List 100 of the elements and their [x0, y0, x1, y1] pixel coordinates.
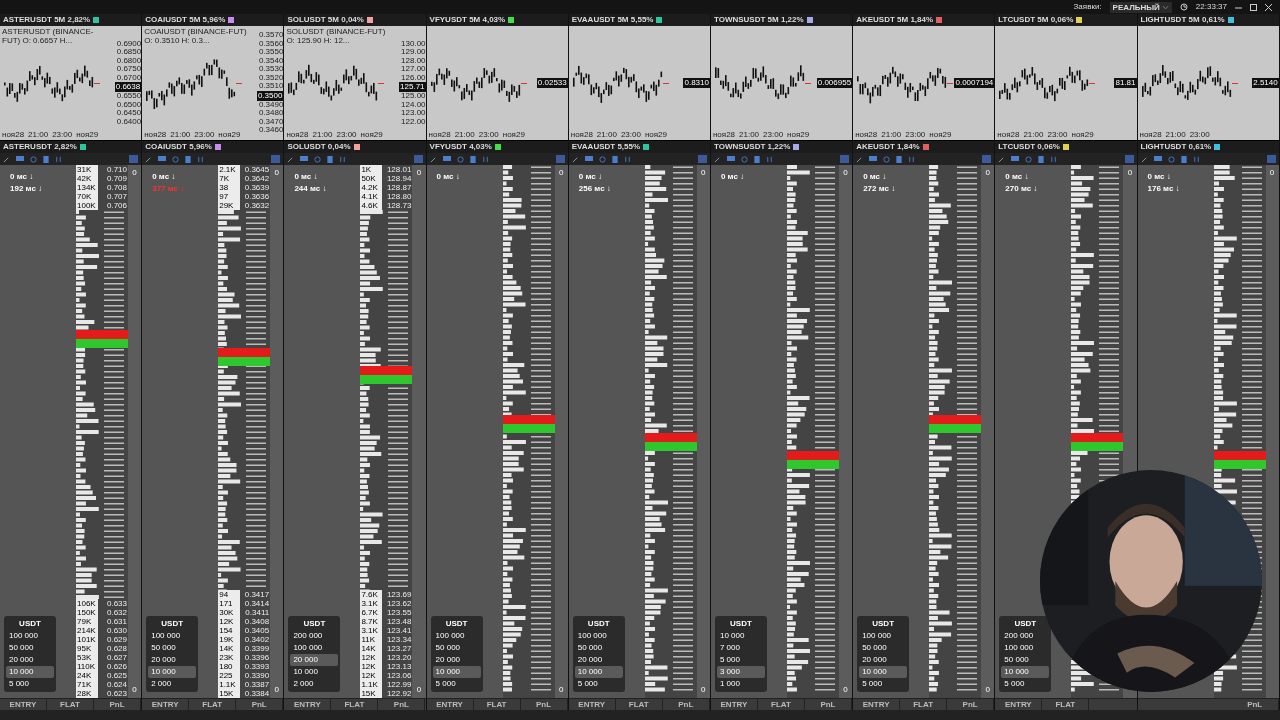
monitor-icon[interactable]: [16, 156, 24, 162]
sort-icon[interactable]: [908, 155, 916, 163]
sort-icon[interactable]: [1050, 155, 1058, 163]
document-icon[interactable]: [327, 155, 334, 163]
sort-icon[interactable]: [623, 155, 631, 163]
clock-icon[interactable]: [598, 155, 606, 163]
document-icon[interactable]: [896, 155, 903, 163]
size-option[interactable]: 10 000: [574, 666, 623, 678]
sort-icon[interactable]: [765, 155, 773, 163]
size-option[interactable]: 20 000: [290, 654, 339, 666]
size-option[interactable]: 50 000: [859, 642, 908, 654]
sort-icon[interactable]: [1192, 155, 1200, 163]
pen-icon[interactable]: [429, 155, 437, 163]
size-option[interactable]: 2 000: [148, 678, 197, 690]
document-icon[interactable]: [469, 155, 476, 163]
clock-icon[interactable]: [30, 155, 37, 163]
book-tab[interactable]: VFYUSDT 4,03%: [426, 140, 568, 153]
size-option[interactable]: 20 000: [859, 654, 908, 666]
size-option[interactable]: 1 000: [716, 678, 765, 690]
book-tab[interactable]: LIGHTUSDT 0,61%: [1137, 140, 1279, 153]
size-option[interactable]: 5 000: [6, 678, 54, 690]
size-option[interactable]: 200 000: [1001, 630, 1050, 642]
monitor-icon[interactable]: [726, 156, 735, 162]
layout-icon[interactable]: [413, 155, 423, 163]
pen-icon[interactable]: [713, 155, 721, 163]
pen-icon[interactable]: [3, 155, 10, 163]
size-option[interactable]: 5 000: [716, 654, 765, 666]
pen-icon[interactable]: [571, 155, 579, 163]
book-tab[interactable]: LTCUSDT 0,06%: [995, 140, 1137, 153]
size-option[interactable]: 20 000: [148, 654, 197, 666]
monitor-icon[interactable]: [1153, 156, 1162, 162]
sort-icon[interactable]: [481, 155, 489, 163]
size-option[interactable]: 5 000: [432, 678, 481, 690]
size-option[interactable]: 50 000: [432, 642, 481, 654]
layout-icon[interactable]: [697, 155, 707, 163]
clock-icon[interactable]: [172, 155, 180, 163]
pen-icon[interactable]: [287, 155, 295, 163]
clock-icon[interactable]: [740, 155, 748, 163]
monitor-icon[interactable]: [584, 156, 593, 162]
size-option[interactable]: 20 000: [574, 654, 623, 666]
layout-icon[interactable]: [271, 155, 281, 163]
size-option[interactable]: 10 000: [716, 630, 765, 642]
layout-icon[interactable]: [1266, 155, 1276, 163]
book-tab[interactable]: COAIUSDT 5,96%: [142, 140, 284, 153]
pen-icon[interactable]: [856, 155, 864, 163]
size-option[interactable]: 100 000: [6, 630, 54, 642]
size-option[interactable]: 100 000: [574, 630, 623, 642]
size-option[interactable]: 10 000: [290, 666, 339, 678]
layout-icon[interactable]: [129, 155, 139, 163]
size-option[interactable]: 200 000: [290, 630, 339, 642]
size-option[interactable]: 10 000: [148, 666, 197, 678]
size-option[interactable]: 10 000: [6, 666, 54, 678]
clock-icon[interactable]: [456, 155, 464, 163]
clock-icon[interactable]: [1025, 155, 1033, 163]
layout-icon[interactable]: [555, 155, 565, 163]
size-option[interactable]: 5 000: [574, 678, 623, 690]
monitor-icon[interactable]: [442, 156, 451, 162]
book-tab[interactable]: ASTERUSDT 2,82%: [0, 140, 142, 153]
size-option[interactable]: 100 000: [1001, 642, 1050, 654]
size-option[interactable]: 10 000: [1001, 666, 1050, 678]
book-tab[interactable]: TOWNSUSDT 1,22%: [710, 140, 853, 153]
document-icon[interactable]: [611, 155, 618, 163]
chevron-down-icon[interactable]: [1161, 3, 1169, 11]
size-option[interactable]: 50 000: [6, 642, 54, 654]
size-option[interactable]: 20 000: [6, 654, 54, 666]
clock-icon[interactable]: [1167, 155, 1175, 163]
account-dropdown[interactable]: РЕАЛЬНЫЙ: [1109, 1, 1172, 13]
book-tab[interactable]: AKEUSDT 1,84%: [853, 140, 995, 153]
size-option[interactable]: 10 000: [859, 666, 908, 678]
size-option[interactable]: 50 000: [1001, 654, 1050, 666]
size-option[interactable]: 7 000: [716, 642, 765, 654]
document-icon[interactable]: [185, 155, 192, 163]
size-option[interactable]: 10 000: [432, 666, 481, 678]
restore-icon[interactable]: [1250, 3, 1257, 11]
clock-icon[interactable]: [314, 155, 322, 163]
sort-icon[interactable]: [339, 155, 347, 163]
size-option[interactable]: 20 000: [432, 654, 481, 666]
layout-icon[interactable]: [840, 155, 850, 163]
size-option[interactable]: 50 000: [148, 642, 197, 654]
sort-icon[interactable]: [197, 155, 205, 163]
document-icon[interactable]: [1180, 155, 1187, 163]
document-icon[interactable]: [753, 155, 760, 163]
size-option[interactable]: 100 000: [859, 630, 908, 642]
size-option[interactable]: 5 000: [859, 678, 908, 690]
close-icon[interactable]: [1265, 3, 1272, 11]
size-option[interactable]: 50 000: [574, 642, 623, 654]
size-option[interactable]: 3 000: [716, 666, 765, 678]
size-option[interactable]: 100 000: [148, 630, 197, 642]
size-option[interactable]: 100 000: [290, 642, 339, 654]
book-tab[interactable]: SOLUSDT 0,04%: [284, 140, 426, 153]
monitor-icon[interactable]: [1011, 156, 1020, 162]
layout-icon[interactable]: [982, 155, 992, 163]
size-option[interactable]: 100 000: [432, 630, 481, 642]
pen-icon[interactable]: [1140, 155, 1148, 163]
pen-icon[interactable]: [145, 155, 153, 163]
pen-icon[interactable]: [998, 155, 1006, 163]
document-icon[interactable]: [43, 155, 49, 163]
size-option[interactable]: 5 000: [1001, 678, 1050, 690]
book-tab[interactable]: EVAAUSDT 5,55%: [568, 140, 710, 153]
size-option[interactable]: 2 000: [290, 678, 339, 690]
